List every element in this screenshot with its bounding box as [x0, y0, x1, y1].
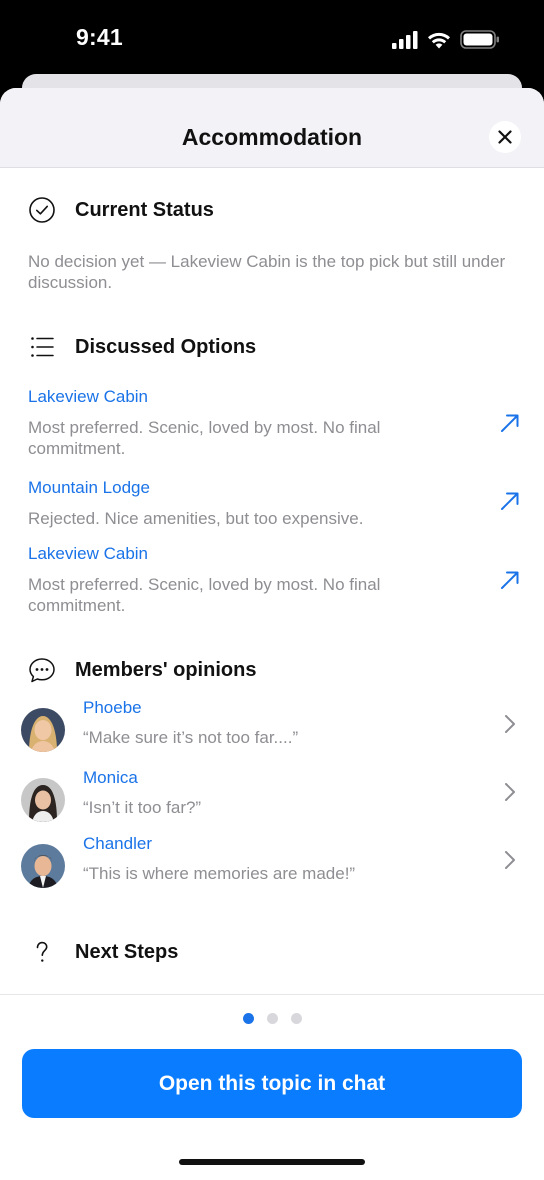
page-dot-active[interactable]: [242, 1013, 254, 1024]
current-status-text: No decision yet — Lakeview Cabin is the …: [28, 252, 506, 292]
external-link-arrow-icon[interactable]: [499, 569, 521, 591]
page-dot[interactable]: [266, 1013, 278, 1024]
page-indicator[interactable]: [0, 1013, 544, 1024]
status-time: 9:41: [76, 24, 123, 50]
member-row-chandler[interactable]: Chandler “This is where memories are mad…: [0, 834, 544, 894]
wifi-icon: [428, 32, 450, 48]
option-name-2[interactable]: Mountain Lodge: [28, 478, 150, 498]
option-name-3[interactable]: Lakeview Cabin: [28, 544, 148, 564]
member-row-phoebe[interactable]: Phoebe “Make sure it’s not too far....”: [0, 698, 544, 758]
avatar: [21, 844, 65, 888]
home-indicator: [179, 1159, 365, 1165]
divider: [0, 994, 544, 995]
option-description-1: Most preferred. Scenic, loved by most. N…: [28, 418, 381, 458]
member-quote: “This is where memories are made!”: [83, 864, 356, 883]
discussed-options-title: Discussed Options: [75, 335, 257, 358]
option-description-2: Rejected. Nice amenities, but too expens…: [28, 509, 364, 528]
current-status-title: Current Status: [75, 198, 214, 221]
chevron-right-icon: [505, 715, 515, 733]
current-status-header: Current Status: [28, 196, 214, 224]
option-description-3: Most preferred. Scenic, loved by most. N…: [28, 575, 381, 615]
chevron-right-icon: [505, 783, 515, 801]
close-icon: [498, 130, 512, 144]
sheet-title: Accommodation: [181, 124, 363, 150]
page-dot[interactable]: [290, 1013, 302, 1024]
close-button[interactable]: [489, 121, 521, 153]
open-topic-in-chat-button[interactable]: Open this topic in chat: [22, 1049, 522, 1118]
members-opinions-title: Members' opinions: [75, 658, 257, 681]
next-steps-header: Next Steps: [28, 938, 178, 966]
discussed-options-header: Discussed Options: [28, 333, 256, 361]
list-icon: [28, 333, 56, 361]
option-name-1[interactable]: Lakeview Cabin: [28, 387, 148, 407]
chat-bubble-icon: [28, 656, 56, 684]
member-quote: “Make sure it’s not too far....”: [83, 728, 299, 747]
sheet-header: Accommodation: [0, 88, 544, 168]
member-name: Phoebe: [83, 698, 142, 717]
member-quote: “Isn’t it too far?”: [83, 798, 202, 817]
external-link-arrow-icon[interactable]: [499, 412, 521, 434]
external-link-arrow-icon[interactable]: [499, 490, 521, 512]
member-row-monica[interactable]: Monica “Isn’t it too far?”: [0, 768, 544, 828]
member-name: Monica: [83, 768, 138, 787]
bottom-sheet: Accommodation Current Status No decision…: [0, 88, 544, 1180]
question-mark-icon: [28, 938, 56, 966]
status-icons: [392, 30, 500, 49]
checkmark-circle-icon: [28, 196, 56, 224]
avatar: [21, 778, 65, 822]
member-name: Chandler: [83, 834, 152, 853]
status-bar: 9:41: [0, 0, 544, 80]
battery-icon: [460, 30, 499, 49]
cellular-signal-icon: [392, 30, 418, 49]
avatar: [21, 708, 65, 752]
next-steps-title: Next Steps: [75, 940, 179, 963]
members-opinions-header: Members' opinions: [28, 656, 256, 684]
chevron-right-icon: [505, 851, 515, 869]
